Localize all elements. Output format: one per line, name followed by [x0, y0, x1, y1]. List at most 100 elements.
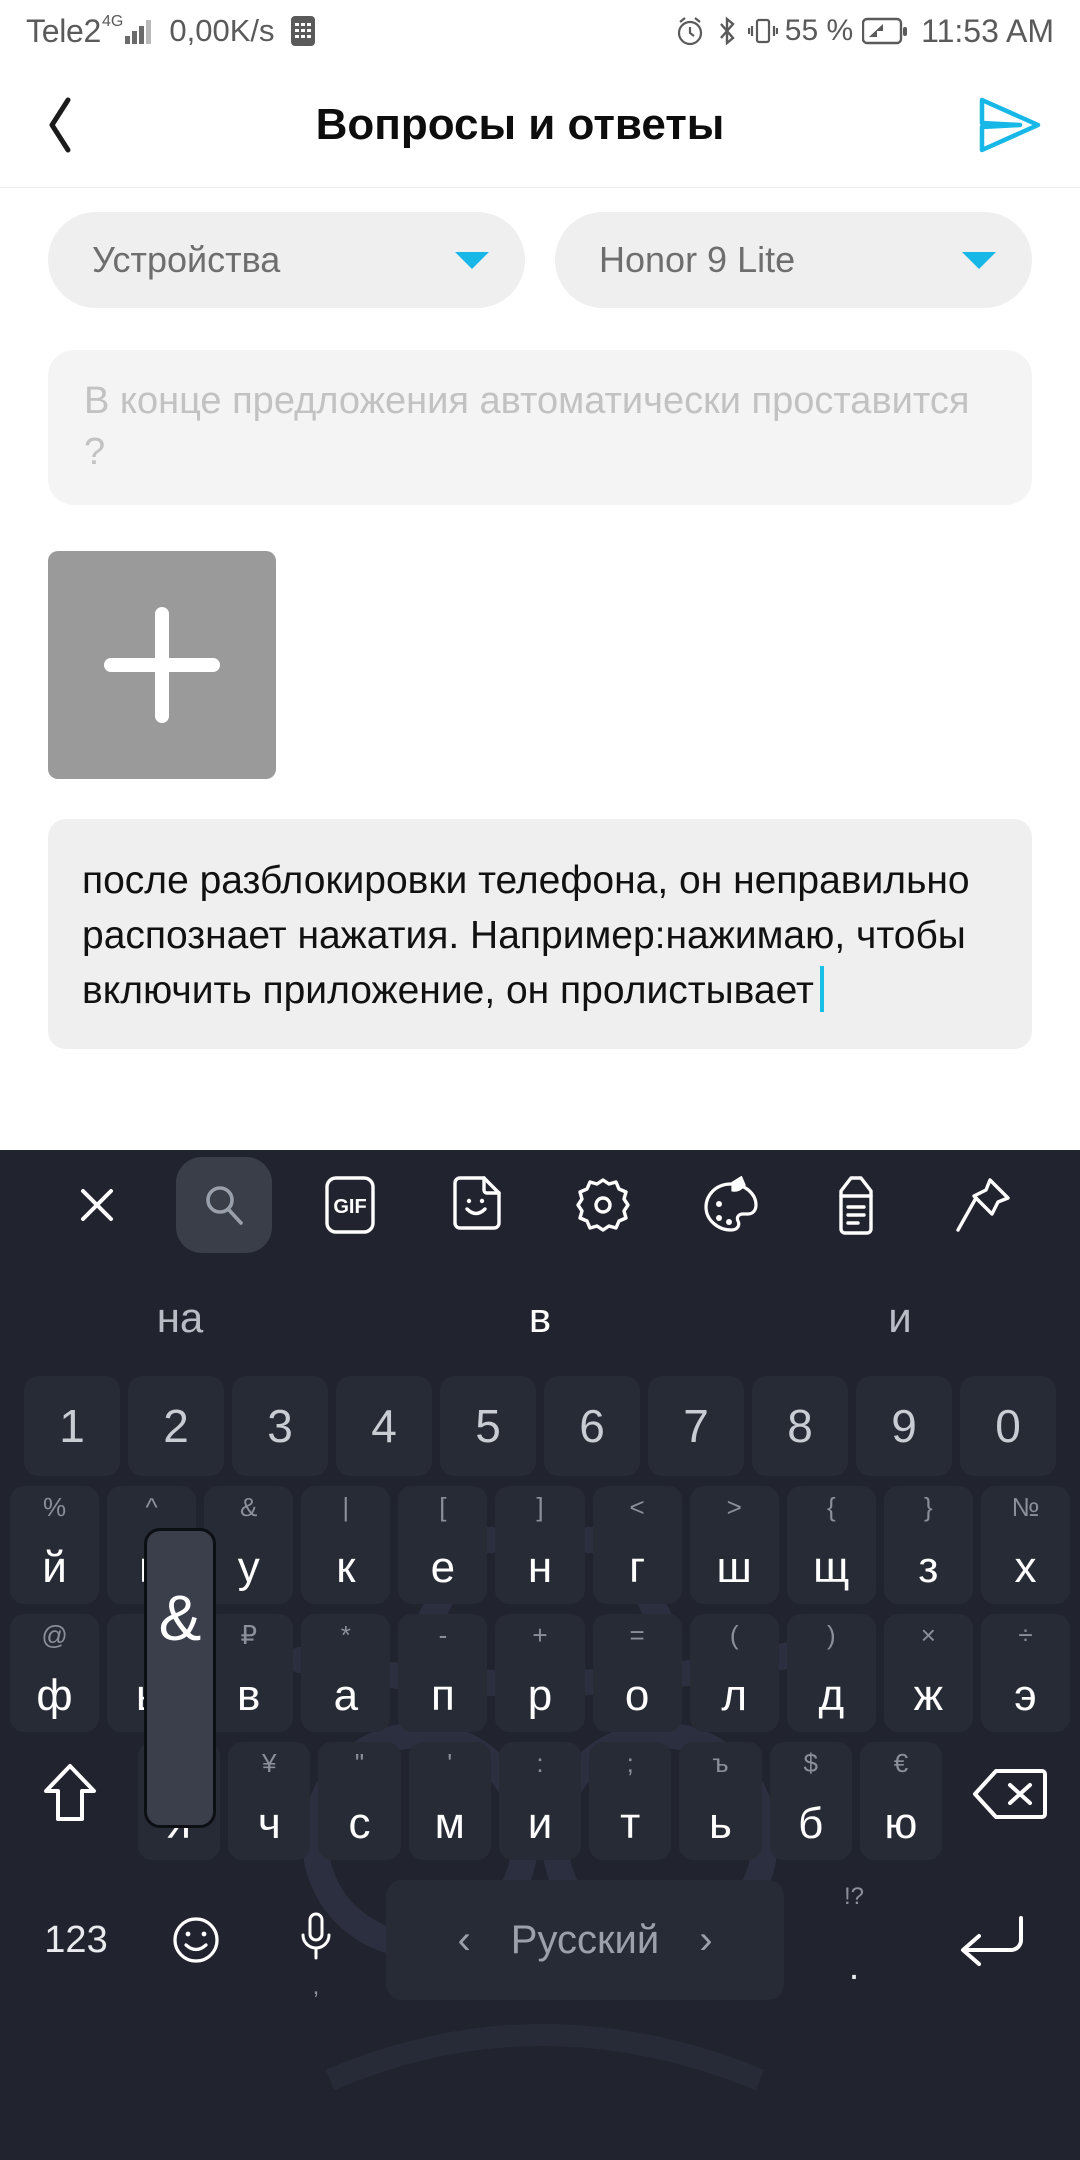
- keyboard-clipboard-button[interactable]: [793, 1150, 920, 1260]
- key-ghe[interactable]: < г: [592, 1486, 682, 1604]
- key-sublabel: ₽: [240, 1620, 257, 1650]
- space-key[interactable]: ‹ Русский ›: [386, 1880, 784, 2000]
- send-button[interactable]: [940, 95, 1080, 155]
- key-ya-short[interactable]: % й: [9, 1486, 100, 1604]
- key-label: 9: [891, 1400, 917, 1452]
- key-label: у: [237, 1543, 260, 1592]
- close-icon: [81, 1189, 114, 1221]
- key-be[interactable]: $ б: [769, 1742, 852, 1860]
- enter-icon: [961, 1916, 1023, 1966]
- key-pe[interactable]: -п: [398, 1614, 488, 1732]
- key-ze[interactable]: } з: [883, 1486, 973, 1604]
- key-5[interactable]: 5: [440, 1376, 536, 1476]
- key-em[interactable]: ' м: [408, 1742, 491, 1860]
- question-title-input[interactable]: В конце предложения автоматически проста…: [48, 350, 1032, 505]
- shift-key[interactable]: [10, 1742, 130, 1846]
- key-longpress-popup[interactable]: &: [144, 1528, 216, 1828]
- key-soft-sign[interactable]: ъь: [679, 1742, 762, 1860]
- keyboard-pin-button[interactable]: [920, 1150, 1047, 1260]
- enter-key[interactable]: [914, 1875, 1064, 2005]
- key-sublabel: }: [924, 1492, 933, 1522]
- search-icon: [205, 1186, 243, 1225]
- key-u[interactable]: & у: [204, 1486, 294, 1604]
- key-el[interactable]: (л: [689, 1614, 779, 1732]
- device-category-dropdown[interactable]: Устройства: [48, 212, 525, 308]
- chevron-left-icon: [49, 97, 71, 152]
- key-i[interactable]: :и: [498, 1742, 582, 1860]
- key-4[interactable]: 4: [336, 1376, 432, 1476]
- key-er[interactable]: + р: [495, 1614, 585, 1732]
- key-1[interactable]: 1: [24, 1376, 120, 1476]
- key-label: э: [1014, 1671, 1037, 1720]
- key-label: н: [527, 1543, 553, 1592]
- key-te[interactable]: ; т: [589, 1742, 672, 1860]
- key-0[interactable]: 0: [960, 1376, 1056, 1476]
- key-sublabel: &: [240, 1492, 258, 1522]
- key-shcha[interactable]: {щ: [786, 1486, 876, 1604]
- key-ha[interactable]: № х: [980, 1486, 1071, 1604]
- device-model-label: Honor 9 Lite: [599, 239, 796, 280]
- keyboard-close-button[interactable]: [34, 1150, 161, 1260]
- voice-input-key[interactable]: ,: [256, 1875, 376, 2005]
- keyboard-theme-button[interactable]: [667, 1150, 794, 1260]
- microphone-icon: [301, 1912, 331, 1960]
- period-key[interactable]: !? .: [794, 1875, 914, 2005]
- key-label: 3: [267, 1400, 293, 1452]
- key-ve[interactable]: ₽ в: [204, 1614, 294, 1732]
- key-che[interactable]: ¥ ч: [228, 1742, 311, 1860]
- key-sublabel: >: [726, 1492, 742, 1522]
- number-row: 1 2 3 4 5 6 7 8 9 0: [6, 1376, 1074, 1476]
- key-ye[interactable]: [е: [398, 1486, 488, 1604]
- clock-label: 11:53 AM: [921, 12, 1054, 49]
- question-body-input[interactable]: после разблокировки телефона, он неправи…: [48, 818, 1032, 1049]
- suggestion-item[interactable]: в: [360, 1294, 720, 1342]
- sticker-icon: [453, 1176, 501, 1230]
- key-e[interactable]: ÷ э: [980, 1614, 1071, 1732]
- key-2[interactable]: 2: [128, 1376, 224, 1476]
- key-zhe[interactable]: × ж: [883, 1614, 973, 1732]
- device-model-dropdown[interactable]: Honor 9 Lite: [555, 212, 1032, 308]
- keyboard-search-button[interactable]: [161, 1150, 288, 1260]
- prev-language-arrow[interactable]: ‹: [457, 1918, 470, 1963]
- key-sublabel: <: [629, 1492, 645, 1522]
- key-6[interactable]: 6: [544, 1376, 640, 1476]
- key-label: и: [527, 1799, 553, 1848]
- keyboard-sticker-button[interactable]: [414, 1150, 541, 1260]
- key-de[interactable]: ) д: [786, 1614, 876, 1732]
- key-label: ж: [913, 1671, 944, 1720]
- key-sublabel: ;: [626, 1748, 634, 1778]
- numeric-mode-key[interactable]: 123: [16, 1875, 136, 2005]
- key-en[interactable]: ] н: [495, 1486, 585, 1604]
- key-sublabel: ^: [145, 1492, 158, 1522]
- add-attachment-button[interactable]: [48, 550, 276, 779]
- key-sublabel: ъ: [712, 1748, 729, 1778]
- backspace-key[interactable]: [950, 1742, 1070, 1846]
- keyboard-settings-button[interactable]: [540, 1150, 667, 1260]
- carrier-name: Tele2: [26, 12, 102, 49]
- period-sublabel: !?: [843, 1883, 864, 1910]
- key-ef[interactable]: @ ф: [9, 1614, 100, 1732]
- key-7[interactable]: 7: [648, 1376, 744, 1476]
- sim-card-icon: [290, 15, 316, 47]
- data-speed-label: 0,00K/s: [169, 13, 275, 48]
- key-yu[interactable]: € ю: [859, 1742, 943, 1860]
- emoji-key[interactable]: [136, 1875, 256, 2005]
- next-language-arrow[interactable]: ›: [699, 1918, 712, 1963]
- network-type-label: 4G: [102, 13, 124, 30]
- key-8[interactable]: 8: [752, 1376, 848, 1476]
- suggestion-item[interactable]: на: [0, 1294, 360, 1342]
- key-label: 5: [475, 1400, 501, 1452]
- key-es[interactable]: " с: [318, 1742, 401, 1860]
- key-label: ю: [884, 1799, 918, 1848]
- key-sublabel: ×: [920, 1620, 936, 1650]
- backspace-icon: [973, 1769, 1048, 1819]
- key-3[interactable]: 3: [232, 1376, 328, 1476]
- key-9[interactable]: 9: [856, 1376, 952, 1476]
- space-language-label: Русский: [510, 1917, 660, 1962]
- key-a[interactable]: * а: [301, 1614, 391, 1732]
- key-o[interactable]: = о: [592, 1614, 682, 1732]
- keyboard-gif-button[interactable]: GIF: [287, 1150, 414, 1260]
- key-sha[interactable]: > ш: [689, 1486, 779, 1604]
- key-ka[interactable]: | к: [301, 1486, 391, 1604]
- suggestion-item[interactable]: и: [720, 1294, 1080, 1342]
